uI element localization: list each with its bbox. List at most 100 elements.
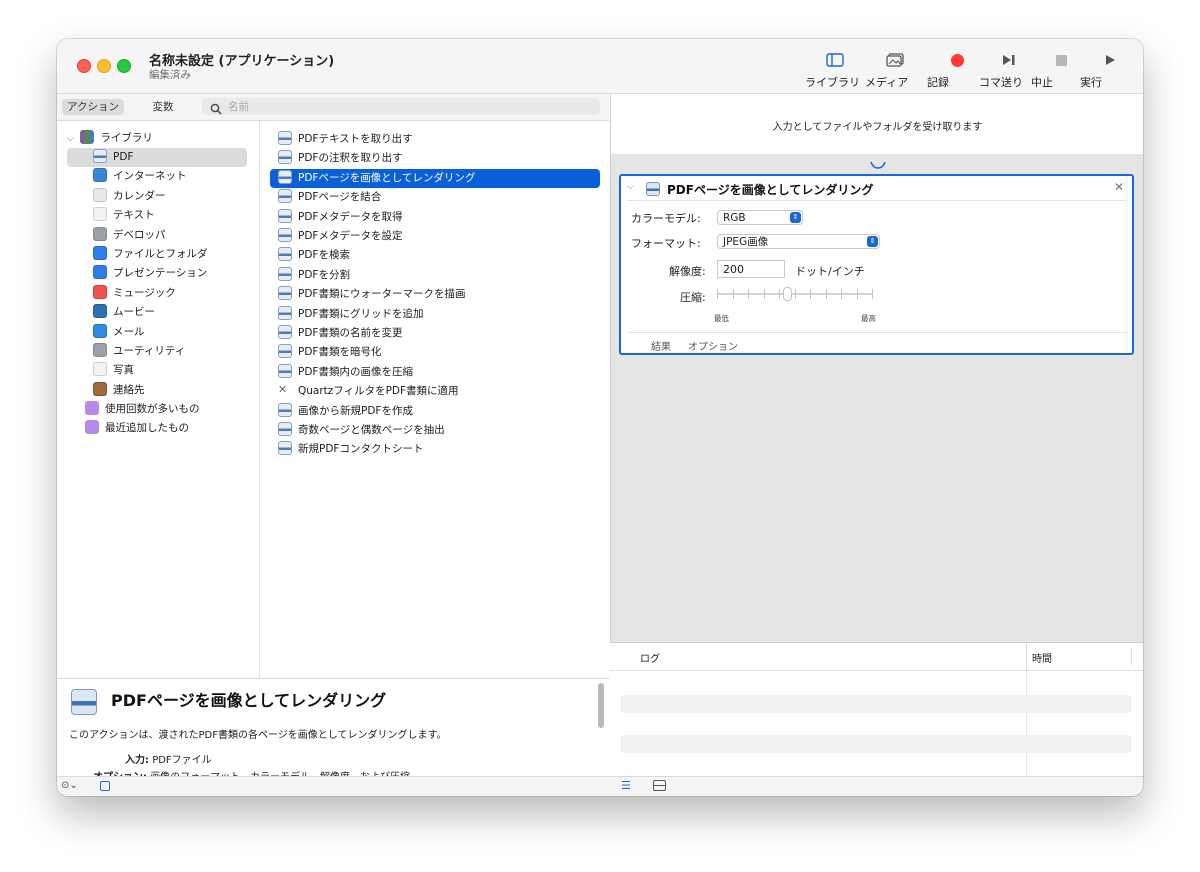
action-item[interactable]: PDFを分割	[270, 266, 600, 285]
tab-results[interactable]: 結果	[651, 338, 671, 353]
library-item-globe[interactable]: インターネット	[93, 167, 187, 186]
slider-tick	[794, 289, 796, 299]
color-model-popup[interactable]: RGB ⇕	[717, 210, 803, 225]
color-model-label: カラーモデル:	[631, 212, 701, 225]
library-item-movie[interactable]: ムービー	[93, 303, 155, 322]
compression-slider[interactable]	[717, 284, 873, 304]
action-item-label: PDF書類にグリッドを追加	[298, 307, 424, 320]
library-item-label: メール	[113, 325, 145, 338]
pdf-action-icon	[278, 422, 292, 436]
smart-group-recent[interactable]: 最近追加したもの	[85, 419, 189, 438]
resolution-field[interactable]: 200	[717, 260, 785, 278]
action-item[interactable]: ✕ QuartzフィルタをPDF書類に適用	[270, 382, 600, 401]
close-window-button[interactable]	[77, 59, 91, 73]
log-row	[620, 695, 1132, 713]
library-item-pdf[interactable]: PDF	[67, 148, 247, 167]
search-field[interactable]: 名前	[202, 98, 600, 115]
slider-tick	[732, 289, 734, 299]
column-divider	[1026, 643, 1027, 670]
action-item[interactable]: PDFの注釈を取り出す	[270, 149, 600, 168]
action-item[interactable]: PDF書類の名前を変更	[270, 324, 600, 343]
tab-options[interactable]: オプション	[688, 338, 738, 353]
record-button[interactable]: 記録	[927, 49, 987, 89]
library-item-text[interactable]: テキスト	[93, 206, 155, 225]
library-button[interactable]: ライブラリ	[805, 49, 865, 89]
action-item[interactable]: PDF書類を暗号化	[270, 343, 600, 362]
media-button[interactable]: メディア	[865, 49, 925, 89]
action-item-label: PDFページを結合	[298, 191, 382, 204]
minimize-window-button[interactable]	[97, 59, 111, 73]
action-item-label: PDFメタデータを取得	[298, 210, 403, 223]
slider-knob[interactable]	[783, 287, 793, 301]
library-item-finder[interactable]: ファイルとフォルダ	[93, 245, 208, 264]
log-column-header[interactable]: ログ	[640, 650, 660, 665]
contacts-icon	[93, 381, 107, 396]
run-button[interactable]: 実行	[1080, 49, 1140, 89]
action-item[interactable]: PDF書類にウォーターマークを描画	[270, 285, 600, 304]
zoom-window-button[interactable]	[117, 59, 131, 73]
slider-tick	[872, 289, 873, 299]
action-item[interactable]: PDFページを結合	[270, 188, 600, 207]
stop-label: 中止	[1031, 76, 1053, 89]
pdf-render-icon	[71, 689, 97, 715]
action-item[interactable]: PDF書類にグリッドを追加	[270, 305, 600, 324]
library-item-utility[interactable]: ユーティリティ	[93, 342, 185, 361]
action-item[interactable]: 奇数ページと偶数ページを抽出	[270, 421, 600, 440]
action-item[interactable]: PDFテキストを取り出す	[270, 130, 600, 149]
close-icon[interactable]: ✕	[1114, 180, 1124, 194]
action-item[interactable]: PDFを検索	[270, 246, 600, 265]
library-item-label: ファイルとフォルダ	[113, 248, 208, 260]
list-view-icon[interactable]: ☰	[621, 779, 631, 792]
action-item[interactable]: 画像から新規PDFを作成	[270, 402, 600, 421]
library-header: アクション 変数 名前	[57, 94, 609, 121]
slider-tick	[748, 289, 749, 299]
split-view-icon[interactable]	[653, 780, 666, 791]
action-card[interactable]: ⌵ PDFページを画像としてレンダリング ✕ カラーモデル: RGB ⇕ フォー…	[619, 174, 1134, 355]
step-button[interactable]: コマ送り	[979, 49, 1039, 89]
sidebar-icon	[826, 53, 844, 67]
library-item-contacts[interactable]: 連絡先	[93, 381, 145, 400]
tab-variables[interactable]: 変数	[135, 99, 191, 115]
action-item[interactable]: PDF書類内の画像を圧縮	[270, 363, 600, 382]
compression-max-label: 最高	[861, 314, 876, 323]
collapse-chevron-icon[interactable]: ⌵	[627, 182, 634, 192]
pdf-action-icon	[278, 189, 292, 204]
action-item-label: PDFメタデータを設定	[298, 230, 403, 242]
library-item-photo[interactable]: 写真	[93, 361, 134, 380]
library-item-calendar[interactable]: カレンダー	[93, 187, 166, 206]
smart-group-most-used[interactable]: 使用回数が多いもの	[85, 400, 200, 419]
time-column-header[interactable]: 時間	[1032, 650, 1052, 665]
library-list: ⌵ ライブラリ PDF インターネット カレンダーテキストデベロッパファイルとフォル…	[57, 121, 260, 678]
action-item-label: PDF書類内の画像を圧縮	[298, 365, 413, 378]
action-item[interactable]: PDFページを画像としてレンダリング	[270, 168, 600, 188]
keynote-icon	[93, 265, 107, 280]
stop-icon	[1055, 54, 1067, 66]
description-scrollbar[interactable]	[598, 683, 604, 728]
library-root[interactable]: ⌵ ライブラリ	[67, 129, 153, 148]
record-label: 記録	[927, 76, 949, 89]
library-item-music[interactable]: ミュージック	[93, 284, 176, 303]
developer-icon	[93, 226, 107, 241]
action-item-label: PDFの注釈を取り出す	[298, 152, 403, 165]
action-item-label: 画像から新規PDFを作成	[298, 404, 413, 417]
format-popup[interactable]: JPEG画像 ⇕	[717, 234, 880, 249]
tab-actions[interactable]: アクション	[62, 99, 124, 115]
card-divider	[627, 200, 1127, 201]
format-label: フォーマット:	[631, 237, 701, 250]
action-item-label: PDF書類にウォーターマークを描画	[298, 288, 466, 301]
description-toggle-icon[interactable]	[100, 781, 110, 791]
step-forward-icon	[1003, 55, 1015, 65]
pdf-action-icon	[278, 131, 292, 145]
action-item[interactable]: 新規PDFコンタクトシート	[270, 440, 600, 459]
action-menu-button[interactable]: ⊙⌄	[61, 780, 78, 791]
log-row	[620, 735, 1132, 753]
library-item-label: テキスト	[113, 209, 155, 222]
action-item[interactable]: PDFメタデータを取得	[270, 208, 600, 227]
pdf-icon	[93, 149, 107, 163]
library-item-mail[interactable]: メール	[93, 323, 145, 342]
library-icon	[80, 130, 95, 144]
action-item[interactable]: PDFメタデータを設定	[270, 227, 600, 246]
input-label: 入力:	[125, 755, 149, 766]
library-item-keynote[interactable]: プレゼンテーション	[93, 264, 207, 283]
library-item-developer[interactable]: デベロッパ	[93, 226, 166, 245]
